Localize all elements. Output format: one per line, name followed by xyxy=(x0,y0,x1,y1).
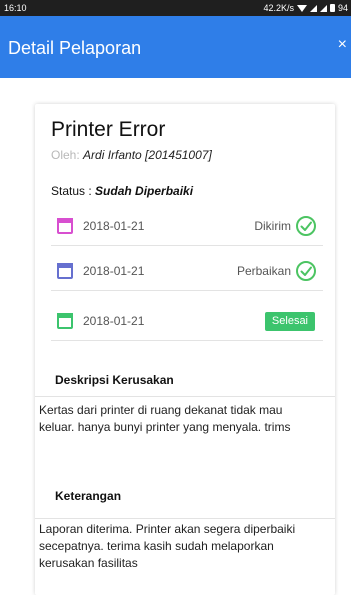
calendar-icon xyxy=(57,218,73,234)
status-bar: 16:10 42.2K/s 94 xyxy=(0,0,351,16)
notes-title: Keterangan xyxy=(55,489,122,503)
divider xyxy=(35,396,335,397)
status-badge: Selesai xyxy=(264,312,315,331)
timeline-date: 2018-01-21 xyxy=(83,264,145,278)
status-value: Sudah Diperbaiki xyxy=(95,184,194,198)
status-label: Status : xyxy=(51,184,92,198)
by-label: Oleh: xyxy=(51,148,80,162)
status-line: Status : Sudah Diperbaiki xyxy=(51,184,193,198)
app-bar: Detail Pelaporan × xyxy=(0,16,351,78)
timeline-row-repair: 2018-01-21 Perbaikan xyxy=(51,251,323,291)
report-title: Printer Error xyxy=(51,118,166,141)
notes-text: Laporan diterima. Printer akan segera di… xyxy=(39,522,296,570)
battery-icon xyxy=(329,4,335,12)
timeline-row-sent: 2018-01-21 Dikirim xyxy=(51,206,323,246)
battery-level: 94 xyxy=(337,3,348,13)
reporter-line: Oleh: Ardi Irfanto [201451007] xyxy=(51,148,212,162)
reporter-name: Ardi Irfanto [201451007] xyxy=(83,148,212,162)
check-circle-icon xyxy=(296,261,316,281)
status-time: 16:10 xyxy=(4,3,27,13)
damage-description-text: Kertas dari printer di ruang dekanat tid… xyxy=(39,403,291,434)
timeline-stage: Dikirim xyxy=(254,219,291,233)
signal-icon xyxy=(309,4,317,12)
calendar-icon xyxy=(57,313,73,329)
report-card: Printer Error Oleh: Ardi Irfanto [201451… xyxy=(35,104,335,595)
close-icon[interactable]: × xyxy=(338,36,347,54)
timeline-stage: Perbaikan xyxy=(236,264,291,278)
timeline-row-done: 2018-01-21 Selesai xyxy=(51,301,323,341)
timeline-date: 2018-01-21 xyxy=(83,314,145,328)
calendar-icon xyxy=(57,263,73,279)
check-circle-icon xyxy=(296,216,316,236)
signal-icon-2 xyxy=(319,4,327,12)
damage-description-title: Deskripsi Kerusakan xyxy=(55,373,174,387)
timeline-date: 2018-01-21 xyxy=(83,219,145,233)
divider xyxy=(35,518,335,519)
wifi-icon xyxy=(296,4,307,12)
page-title: Detail Pelaporan xyxy=(8,38,142,58)
status-indicators: 42.2K/s 94 xyxy=(263,3,348,13)
network-speed: 42.2K/s xyxy=(263,3,294,13)
